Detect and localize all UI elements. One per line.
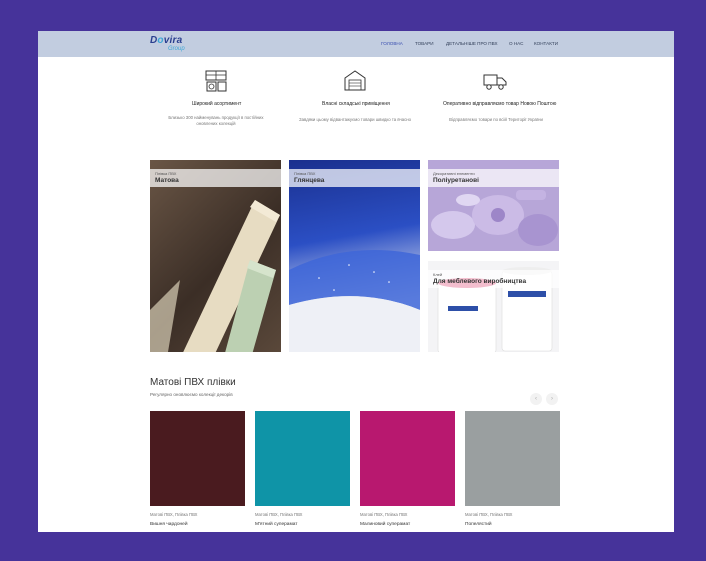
product-name[interactable]: Попелястий [465, 522, 492, 527]
section-subtitle: Регулярно оновлюємо колекції декорів [150, 392, 233, 397]
feature-title: Широкий асортимент [192, 101, 242, 107]
product-name[interactable]: Вишня чардоней [150, 522, 188, 527]
carousel-next-button[interactable]: › [546, 393, 558, 405]
tile-title: Глянцева [294, 177, 325, 184]
tile-title: Поліуретанові [433, 177, 479, 184]
category-tile-matte[interactable]: Плівка ПВХ Матова [150, 160, 281, 352]
tile-category: Плівка ПВХ [155, 171, 177, 176]
product-name[interactable]: Малиновий суперамат [360, 522, 410, 527]
category-tile-glossy[interactable]: Плівка ПВХ Глянцева [289, 160, 420, 352]
tile-caption: Плівка ПВХ Глянцева [289, 169, 420, 187]
shelves-icon [205, 70, 227, 92]
product-category[interactable]: Матові ПВХ, Плівка ПВХ [360, 512, 407, 517]
tile-caption: Плівка ПВХ Матова [150, 169, 281, 187]
tile-title: Для меблевого виробництва [433, 278, 527, 285]
nav-products[interactable]: ТОВАРИ [415, 41, 434, 46]
matte-film-rolls-image [150, 200, 280, 352]
nav-home[interactable]: ГОЛОВНА [381, 41, 403, 46]
product-swatch[interactable] [360, 411, 455, 506]
category-tile-furniture-glue[interactable]: Клей Для меблевого виробництва [428, 261, 559, 352]
tile-category: Декоративні елементи [433, 171, 475, 176]
feature-description: Завдяки цьому відвантажуємо товари швидк… [298, 117, 411, 122]
nav-about-pvc[interactable]: ДЕТАЛЬНІШЕ ПРО ПВХ [446, 41, 498, 46]
feature-title: Власні складські приміщення [322, 101, 390, 107]
product-category[interactable]: Матові ПВХ, Плівка ПВХ [255, 512, 302, 517]
feature-description: Відправляємо товари по всій Території Ук… [449, 117, 543, 122]
nav-contacts[interactable]: КОНТАКТИ [534, 41, 558, 46]
logo-subtitle: Group [168, 46, 185, 52]
delivery-truck-icon [483, 74, 507, 90]
carousel-prev-button[interactable]: ‹ [530, 393, 542, 405]
category-tile-polyurethane[interactable]: Декоративні елементи Поліуретанові [428, 160, 559, 251]
warehouse-icon [344, 70, 366, 91]
product-swatch[interactable] [150, 411, 245, 506]
tile-title: Матова [155, 177, 179, 184]
nav-about-us[interactable]: О НАС [509, 41, 523, 46]
feature-title: Оперативно відправляємо товар Новою Пошт… [443, 101, 557, 107]
site-header: Dovira Group ГОЛОВНА ТОВАРИ ДЕТАЛЬНІШЕ П… [38, 31, 674, 57]
product-swatch[interactable] [255, 411, 350, 506]
product-category[interactable]: Матові ПВХ, Плівка ПВХ [465, 512, 512, 517]
site-logo[interactable]: Dovira Group [150, 35, 198, 53]
glossy-film-image [289, 250, 420, 352]
feature-description: Близько 300 найменувань продукції в пост… [168, 115, 264, 126]
product-swatch[interactable] [465, 411, 560, 506]
tile-caption: Клей Для меблевого виробництва [428, 270, 559, 288]
section-title: Матові ПВХ плівки [150, 377, 236, 388]
tile-caption: Декоративні елементи Поліуретанові [428, 169, 559, 187]
product-name[interactable]: М'ятний суперамат [255, 522, 298, 527]
browser-viewport: Dovira Group ГОЛОВНА ТОВАРИ ДЕТАЛЬНІШЕ П… [38, 31, 674, 532]
tile-category: Клей [433, 272, 443, 277]
product-category[interactable]: Матові ПВХ, Плівка ПВХ [150, 512, 197, 517]
logo-wordmark: Dovira [150, 35, 183, 46]
tile-category: Плівка ПВХ [294, 171, 316, 176]
